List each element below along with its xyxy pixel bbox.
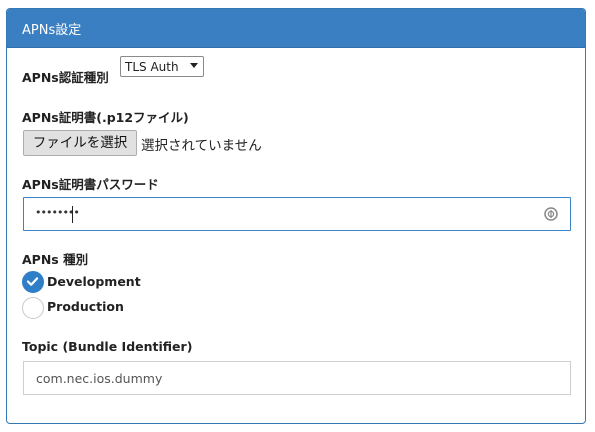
reveal-password-icon[interactable] [544,207,558,221]
auth-type-select[interactable]: TLS Auth [120,56,204,77]
radio-production-label[interactable]: Production [47,299,124,314]
apns-type-label: APNs 種別 [22,252,89,267]
panel-title: APNs設定 [22,23,82,38]
auth-type-label: APNs認証種別 [22,70,109,85]
auth-type-selected-value: TLS Auth [125,60,179,74]
topic-input[interactable]: com.nec.ios.dummy [23,361,571,395]
choose-file-button[interactable]: ファイルを選択 [23,130,137,156]
password-label: APNs証明書パスワード [22,177,159,192]
topic-label: Topic (Bundle Identifier) [22,339,193,354]
text-caret [72,206,73,223]
password-field[interactable]: •••••••• [23,197,571,231]
radio-development-label[interactable]: Development [47,274,141,289]
certificate-label: APNs証明書(.p12ファイル) [22,110,189,125]
chevron-down-icon [190,63,198,68]
file-selection-status: 選択されていません [141,138,262,154]
topic-input-value: com.nec.ios.dummy [36,371,163,386]
check-icon [26,277,39,286]
radio-production[interactable] [22,297,44,319]
panel-header: APNs設定 [7,9,585,48]
radio-development[interactable] [22,271,44,293]
